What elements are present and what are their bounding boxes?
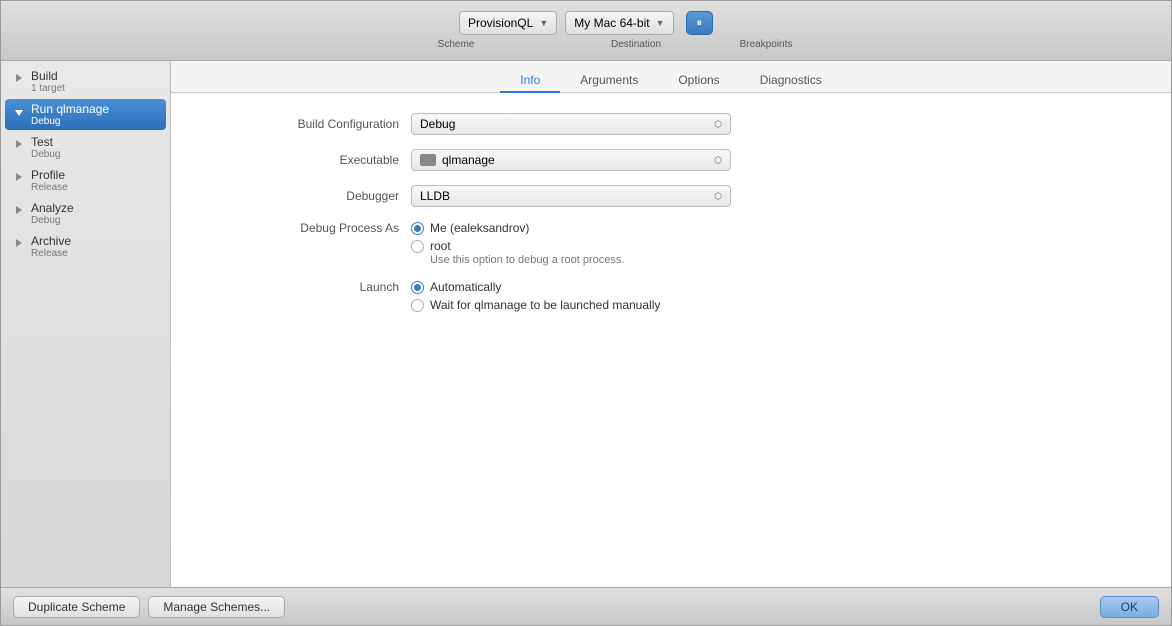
radio-me-label: Me (ealeksandrov)	[430, 221, 529, 235]
radio-item-wait: Wait for qlmanage to be launched manuall…	[411, 298, 660, 312]
bottom-left-buttons: Duplicate Scheme Manage Schemes...	[13, 596, 285, 618]
profile-icon	[11, 169, 27, 185]
sidebar-item-analyze[interactable]: Analyze Debug	[5, 198, 166, 229]
scheme-value: ProvisionQL	[468, 16, 533, 30]
profile-name: Profile	[31, 168, 68, 182]
analyze-icon	[11, 202, 27, 218]
build-config-row: Build Configuration Debug ⬡	[211, 113, 1131, 135]
test-sub: Debug	[31, 149, 60, 160]
debugger-row: Debugger LLDB ⬡	[211, 185, 1131, 207]
bottom-bar: Duplicate Scheme Manage Schemes... OK	[1, 587, 1171, 625]
scheme-editor-window: ProvisionQL ▼ My Mac 64-bit ▼ ⏸ Scheme D…	[0, 0, 1172, 626]
test-icon	[11, 136, 27, 152]
toolbar: ProvisionQL ▼ My Mac 64-bit ▼ ⏸ Scheme D…	[1, 1, 1171, 61]
launch-options: Automatically Wait for qlmanage to be la…	[411, 280, 660, 312]
scheme-label: Scheme	[366, 39, 546, 50]
debugger-control: LLDB ⬡	[411, 185, 731, 207]
destination-value: My Mac 64-bit	[574, 16, 649, 30]
tab-arguments[interactable]: Arguments	[560, 69, 658, 93]
destination-dropdown[interactable]: My Mac 64-bit ▼	[565, 11, 673, 35]
build-icon	[11, 70, 27, 86]
test-item-text: Test Debug	[31, 135, 60, 160]
radio-root-text: root Use this option to debug a root pro…	[430, 239, 624, 266]
executable-label: Executable	[211, 153, 411, 167]
analyze-sub: Debug	[31, 215, 74, 226]
sidebar-item-run-qlmanage[interactable]: Run qlmanage Debug	[5, 99, 166, 130]
archive-sub: Release	[31, 248, 71, 259]
debug-process-row: Debug Process As Me (ealeksandrov) root …	[211, 221, 1131, 266]
main-content: Build 1 target Run qlmanage Debug	[1, 61, 1171, 587]
radio-item-me: Me (ealeksandrov)	[411, 221, 624, 235]
profile-sub: Release	[31, 182, 68, 193]
test-name: Test	[31, 135, 60, 149]
manage-schemes-button[interactable]: Manage Schemes...	[148, 596, 285, 618]
destination-label: Destination	[546, 39, 726, 50]
archive-icon	[11, 235, 27, 251]
destination-dropdown-arrow: ▼	[656, 18, 665, 28]
radio-item-auto: Automatically	[411, 280, 660, 294]
radio-auto-label: Automatically	[430, 280, 501, 294]
toolbar-center: ProvisionQL ▼ My Mac 64-bit ▼ ⏸ Scheme D…	[366, 11, 806, 50]
run-item-text: Run qlmanage Debug	[31, 102, 109, 127]
build-config-arrow: ⬡	[714, 119, 722, 130]
scheme-dropdown-arrow: ▼	[539, 18, 548, 28]
sidebar: Build 1 target Run qlmanage Debug	[1, 61, 171, 587]
radio-wait-label: Wait for qlmanage to be launched manuall…	[430, 298, 660, 312]
analyze-item-text: Analyze Debug	[31, 201, 74, 226]
executable-value: qlmanage	[442, 153, 495, 167]
build-config-select[interactable]: Debug ⬡	[411, 113, 731, 135]
archive-item-text: Archive Release	[31, 234, 71, 259]
tab-diagnostics[interactable]: Diagnostics	[740, 69, 842, 93]
toolbar-labels-row: Scheme Destination Breakpoints	[366, 39, 806, 50]
radio-me[interactable]	[411, 222, 424, 235]
breakpoints-label: Breakpoints	[726, 39, 806, 50]
build-item-text: Build 1 target	[31, 69, 65, 94]
radio-item-root: root Use this option to debug a root pro…	[411, 239, 624, 266]
analyze-name: Analyze	[31, 201, 74, 215]
debugger-value: LLDB	[420, 189, 450, 203]
duplicate-scheme-button[interactable]: Duplicate Scheme	[13, 596, 140, 618]
build-name: Build	[31, 69, 65, 83]
executable-row: Executable qlmanage ⬡	[211, 149, 1131, 171]
build-config-control: Debug ⬡	[411, 113, 731, 135]
right-panel: Info Arguments Options Diagnostics Build…	[171, 61, 1171, 587]
debug-process-label: Debug Process As	[211, 221, 411, 235]
radio-auto[interactable]	[411, 281, 424, 294]
breakpoints-button[interactable]: ⏸	[686, 11, 714, 35]
tabs-bar: Info Arguments Options Diagnostics	[171, 61, 1171, 93]
run-name: Run qlmanage	[31, 102, 109, 116]
radio-root-sub: Use this option to debug a root process.	[430, 254, 624, 266]
ok-button[interactable]: OK	[1100, 596, 1159, 618]
radio-wait[interactable]	[411, 299, 424, 312]
profile-item-text: Profile Release	[31, 168, 68, 193]
sidebar-item-build[interactable]: Build 1 target	[5, 66, 166, 97]
build-config-value: Debug	[420, 117, 455, 131]
scheme-dropdown[interactable]: ProvisionQL ▼	[459, 11, 557, 35]
executable-arrow: ⬡	[714, 155, 722, 166]
debugger-label: Debugger	[211, 189, 411, 203]
executable-icon	[420, 154, 436, 166]
launch-label: Launch	[211, 280, 411, 294]
sidebar-item-archive[interactable]: Archive Release	[5, 231, 166, 262]
debug-process-options: Me (ealeksandrov) root Use this option t…	[411, 221, 624, 266]
run-icon	[11, 103, 27, 119]
sidebar-item-profile[interactable]: Profile Release	[5, 165, 166, 196]
tab-info[interactable]: Info	[500, 69, 560, 93]
run-sub: Debug	[31, 116, 109, 127]
build-config-label: Build Configuration	[211, 117, 411, 131]
radio-root-label: root	[430, 239, 624, 253]
executable-control: qlmanage ⬡	[411, 149, 731, 171]
executable-select[interactable]: qlmanage ⬡	[411, 149, 731, 171]
build-sub: 1 target	[31, 83, 65, 94]
debugger-select[interactable]: LLDB ⬡	[411, 185, 731, 207]
tab-options[interactable]: Options	[658, 69, 739, 93]
archive-name: Archive	[31, 234, 71, 248]
launch-row: Launch Automatically Wait for qlmanage t…	[211, 280, 1131, 312]
radio-root[interactable]	[411, 240, 424, 253]
debugger-arrow: ⬡	[714, 191, 722, 202]
toolbar-dropdowns: ProvisionQL ▼ My Mac 64-bit ▼ ⏸	[459, 11, 713, 35]
form-area: Build Configuration Debug ⬡ Executable	[171, 93, 1171, 587]
sidebar-item-test[interactable]: Test Debug	[5, 132, 166, 163]
